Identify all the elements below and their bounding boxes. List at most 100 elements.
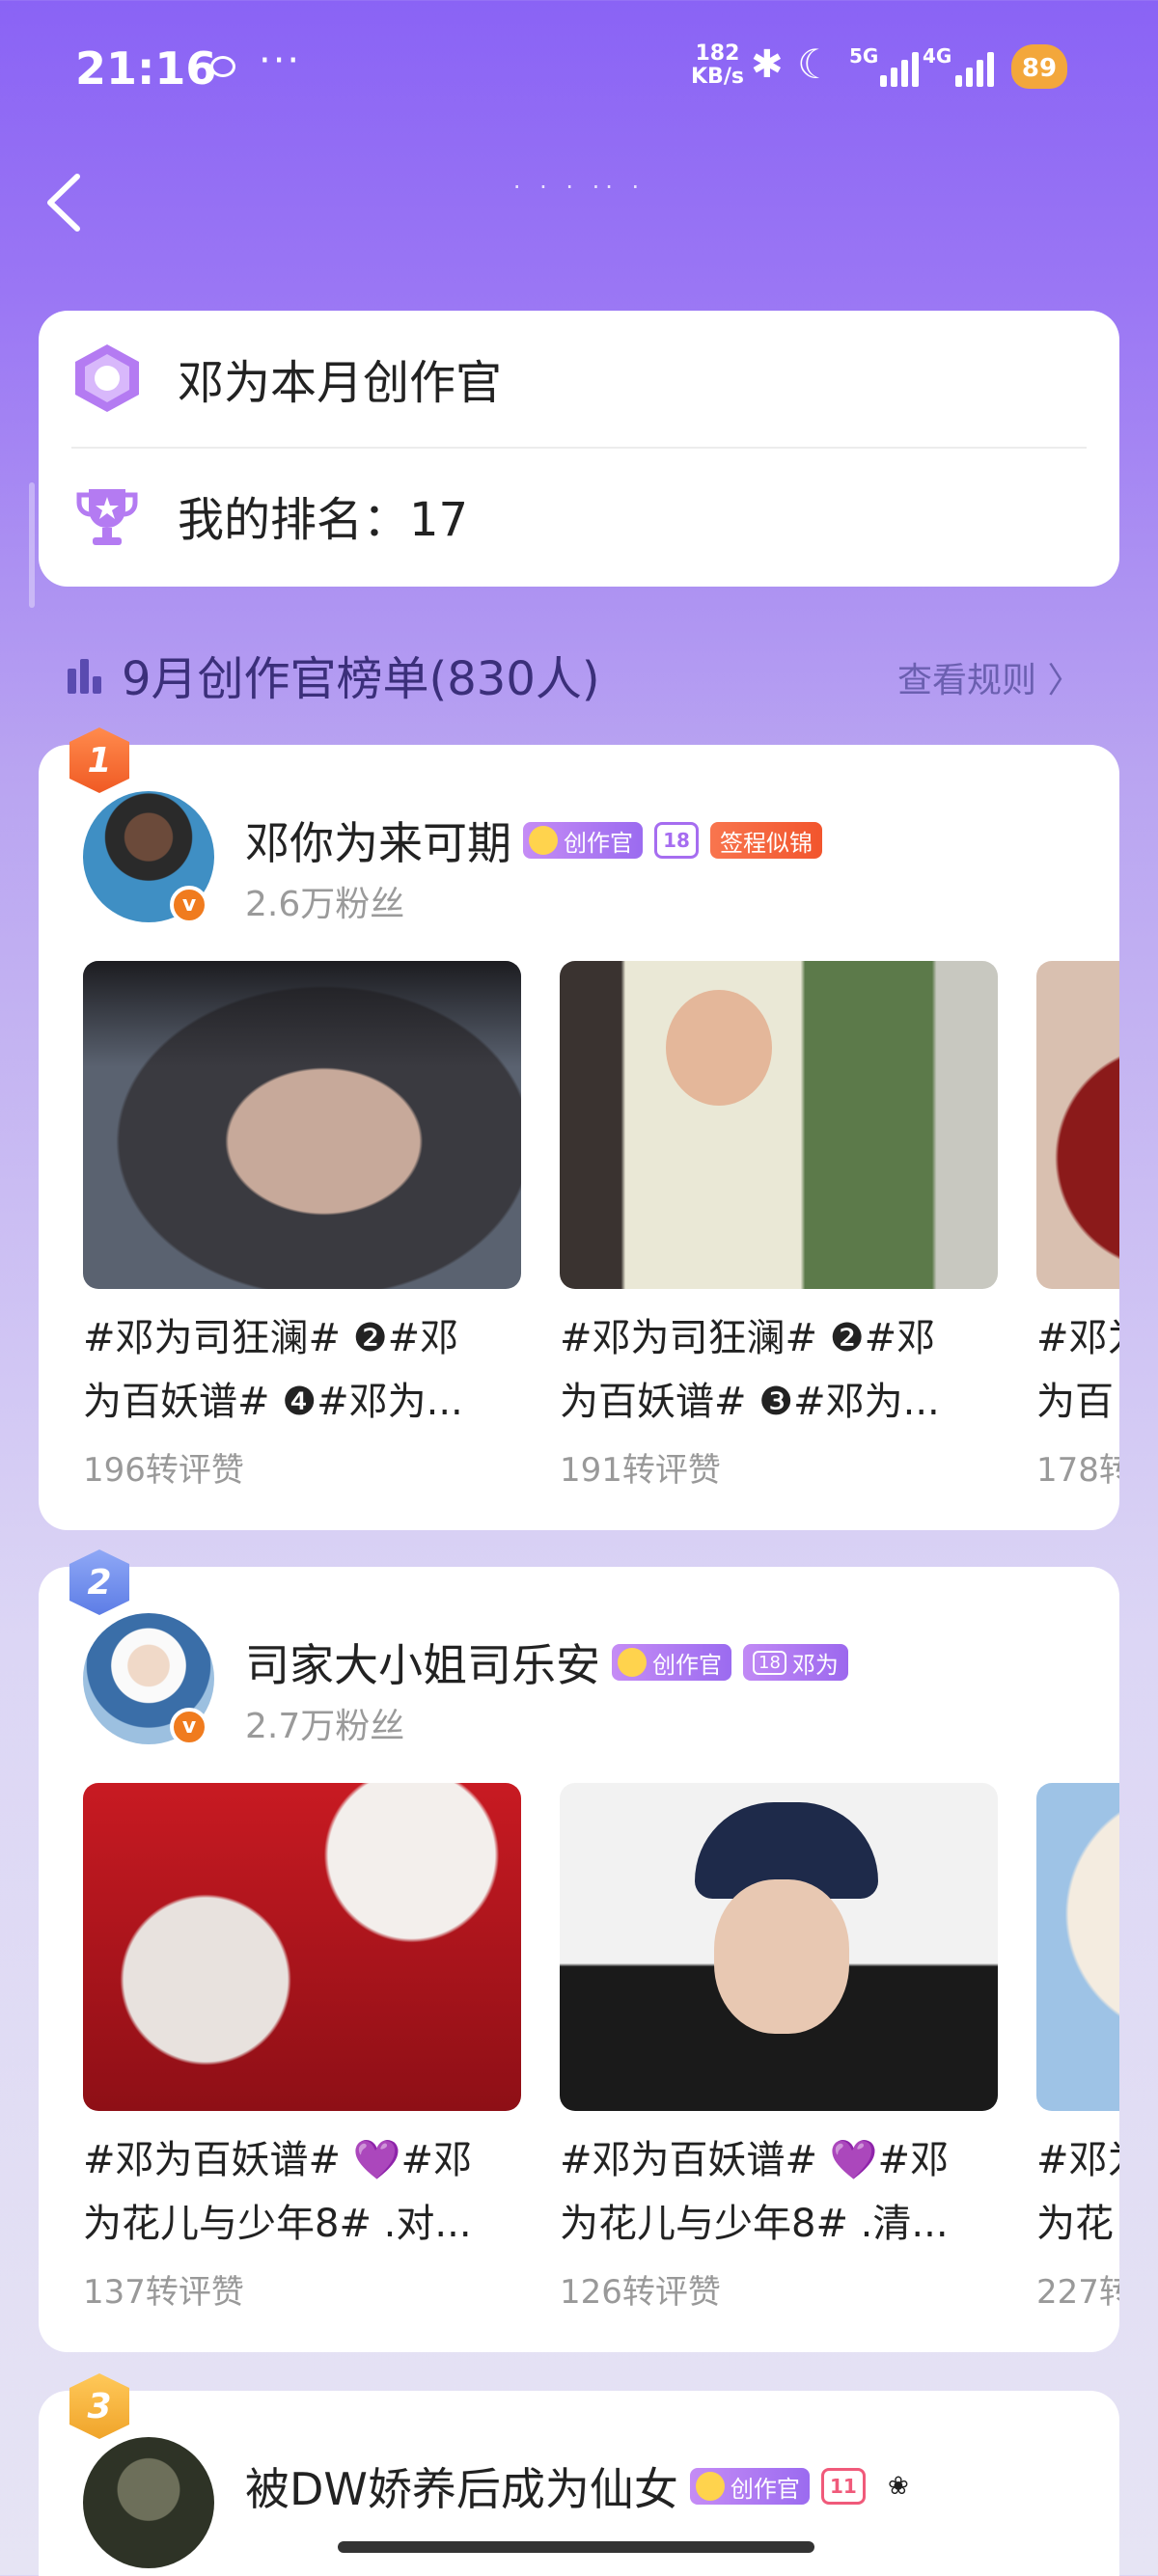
home-indicator[interactable] xyxy=(338,2541,814,2553)
post-text: #邓为 为百 xyxy=(1036,1306,1119,1434)
creator-row[interactable]: 邓为本月创作官 xyxy=(39,311,1119,446)
user-name[interactable]: 邓你为来可期 xyxy=(245,808,511,872)
signal-5g-icon xyxy=(880,50,919,87)
trophy-icon xyxy=(69,478,145,553)
post-stats: 196转评赞 xyxy=(83,1451,244,1490)
creator-tag-label: 创作官 xyxy=(564,829,633,857)
rank-card-2[interactable]: v 司家大小姐司乐安 创作官 18 邓为 2.7万粉丝 #邓为百妖谱# 💜#邓 为… xyxy=(39,1567,1119,2352)
post-text-line: 为花儿与少年8# .清... xyxy=(560,2202,949,2246)
post-card[interactable]: #邓为百妖谱# 💜#邓 为花儿与少年8# .清... 126转评赞 xyxy=(560,1783,998,2313)
page-title: · · · ·· · xyxy=(512,174,646,201)
chevron-left-icon xyxy=(47,174,80,232)
ranking-header: 9月创作官榜单(830人) xyxy=(68,641,600,708)
post-card[interactable]: #邓为司狂澜# ❷#邓 为百妖谱# ❹#邓为... 196转评赞 xyxy=(83,961,521,1491)
view-rules-link[interactable]: 查看规则 〉 xyxy=(897,652,1082,702)
creator-tag-label: 创作官 xyxy=(730,2475,800,2503)
fan-level-badge: 18 xyxy=(753,1650,786,1675)
fan-group-tag: 签程似锦 xyxy=(710,822,822,859)
post-stats: 137转评赞 xyxy=(83,2273,244,2312)
user-info-line: 被DW娇养后成为仙女 创作官 11 ❀ xyxy=(245,2454,929,2518)
post-text-line: 为花 xyxy=(1036,2202,1114,2246)
more-notifications-icon: ··· xyxy=(259,39,302,83)
notification-icon xyxy=(210,56,235,77)
fan-group-label: 邓为 xyxy=(791,1651,839,1679)
post-card[interactable]: #邓为司狂澜# ❷#邓 为百妖谱# ❸#邓为... 191转评赞 xyxy=(560,961,998,1491)
post-image-figure xyxy=(666,990,772,1106)
post-text-line: #邓为 xyxy=(1036,2138,1119,2182)
scroll-indicator xyxy=(29,482,35,608)
post-stats: 178转 xyxy=(1036,1451,1119,1490)
creator-emoji-icon xyxy=(618,1648,647,1677)
ranking-title: 9月创作官榜单(830人) xyxy=(122,652,600,706)
post-text: #邓为司狂澜# ❷#邓 为百妖谱# ❸#邓为... xyxy=(560,1306,998,1434)
creator-tag-label: 创作官 xyxy=(652,1651,722,1679)
post-text: #邓为百妖谱# 💜#邓 为花儿与少年8# .对... xyxy=(83,2128,521,2256)
verified-icon: v xyxy=(170,886,208,924)
post-image[interactable] xyxy=(1036,1783,1119,2111)
signal-4g-label: 4G xyxy=(923,44,952,68)
fan-group-tag: 18 邓为 xyxy=(743,1644,848,1681)
back-button[interactable] xyxy=(39,169,96,236)
post-list: #邓为司狂澜# ❷#邓 为百妖谱# ❹#邓为... 196转评赞 #邓为司狂澜#… xyxy=(83,961,1119,1491)
post-list: #邓为百妖谱# 💜#邓 为花儿与少年8# .对... 137转评赞 #邓为百妖谱… xyxy=(83,1783,1119,2313)
post-text-line: 为百妖谱# ❸#邓为... xyxy=(560,1380,940,1424)
post-text-line: 为百妖谱# ❹#邓为... xyxy=(83,1380,463,1424)
moon-icon: ☾ xyxy=(797,41,834,88)
post-stats: 126转评赞 xyxy=(560,2273,721,2312)
post-image[interactable] xyxy=(1036,961,1119,1289)
avatar[interactable] xyxy=(83,2437,214,2568)
post-text: #邓为司狂澜# ❷#邓 为百妖谱# ❹#邓为... xyxy=(83,1306,521,1434)
post-text-line: #邓为百妖谱# 💜#邓 xyxy=(83,2138,473,2182)
verified-icon: v xyxy=(170,1708,208,1746)
post-image[interactable] xyxy=(560,961,998,1289)
post-card[interactable]: #邓为百妖谱# 💜#邓 为花儿与少年8# .对... 137转评赞 xyxy=(83,1783,521,2313)
post-card[interactable]: #邓为 为百 178转 xyxy=(1036,961,1119,1491)
fan-level-badge: 11 xyxy=(820,2468,866,2505)
creator-info-card: 邓为本月创作官 我的排名：17 xyxy=(39,311,1119,587)
user-info-line: 邓你为来可期 创作官 18 签程似锦 xyxy=(245,808,834,872)
sticker-icon: ❀ xyxy=(888,2472,909,2501)
fan-level-badge: 18 xyxy=(654,822,699,859)
post-text-line: #邓为 xyxy=(1036,1316,1119,1360)
post-image[interactable] xyxy=(560,1783,998,2111)
my-rank-row: 我的排名：17 xyxy=(39,448,1119,583)
post-image-shade xyxy=(83,961,521,1067)
bar-chart-icon xyxy=(68,655,106,694)
post-text-line: 为花儿与少年8# .对... xyxy=(83,2202,472,2246)
user-name[interactable]: 司家大小姐司乐安 xyxy=(245,1631,600,1694)
post-stats: 227转 xyxy=(1036,2273,1119,2312)
post-text-line: 为百 xyxy=(1036,1380,1114,1424)
creator-badge-icon xyxy=(69,341,145,416)
creator-emoji-icon xyxy=(529,826,558,855)
post-stats: 191转评赞 xyxy=(560,1451,721,1490)
creator-label: 邓为本月创作官 xyxy=(178,356,503,410)
network-speed-unit: KB/s xyxy=(691,65,744,89)
network-speed-value: 182 xyxy=(695,41,740,66)
creator-tag: 创作官 xyxy=(612,1644,731,1681)
creator-tag: 创作官 xyxy=(689,2468,810,2505)
user-info-line: 司家大小姐司乐安 创作官 18 邓为 xyxy=(245,1631,860,1694)
post-image-face xyxy=(714,1879,849,2034)
creator-tag: 创作官 xyxy=(523,822,643,859)
status-bar: 21:16 ··· 182 KB/s ✱ ☾ 5G 4G 89 xyxy=(0,0,1158,135)
fan-count: 2.7万粉丝 xyxy=(245,1707,405,1746)
user-name[interactable]: 被DW娇养后成为仙女 xyxy=(245,2454,678,2518)
post-image[interactable] xyxy=(83,961,521,1289)
post-card[interactable]: #邓为 为花 227转 xyxy=(1036,1783,1119,2313)
fan-count: 2.6万粉丝 xyxy=(245,885,405,924)
post-text-line: #邓为司狂澜# ❷#邓 xyxy=(560,1316,936,1360)
creator-emoji-icon xyxy=(695,2472,725,2501)
bluetooth-icon: ✱ xyxy=(751,42,784,87)
network-speed: 182 KB/s xyxy=(691,42,744,89)
post-image[interactable] xyxy=(83,1783,521,2111)
post-text: #邓为百妖谱# 💜#邓 为花儿与少年8# .清... xyxy=(560,2128,998,2256)
signal-4g-icon xyxy=(955,50,994,87)
rank-card-1[interactable]: v 邓你为来可期 创作官 18 签程似锦 2.6万粉丝 #邓为司狂澜# ❷#邓 … xyxy=(39,745,1119,1530)
signal-5g-label: 5G xyxy=(849,44,879,68)
post-text-line: #邓为百妖谱# 💜#邓 xyxy=(560,2138,950,2182)
my-rank-label: 我的排名：17 xyxy=(178,493,469,547)
post-text: #邓为 为花 xyxy=(1036,2128,1119,2256)
status-time: 21:16 xyxy=(75,42,217,95)
battery-icon: 89 xyxy=(1011,44,1067,89)
post-text-line: #邓为司狂澜# ❷#邓 xyxy=(83,1316,459,1360)
